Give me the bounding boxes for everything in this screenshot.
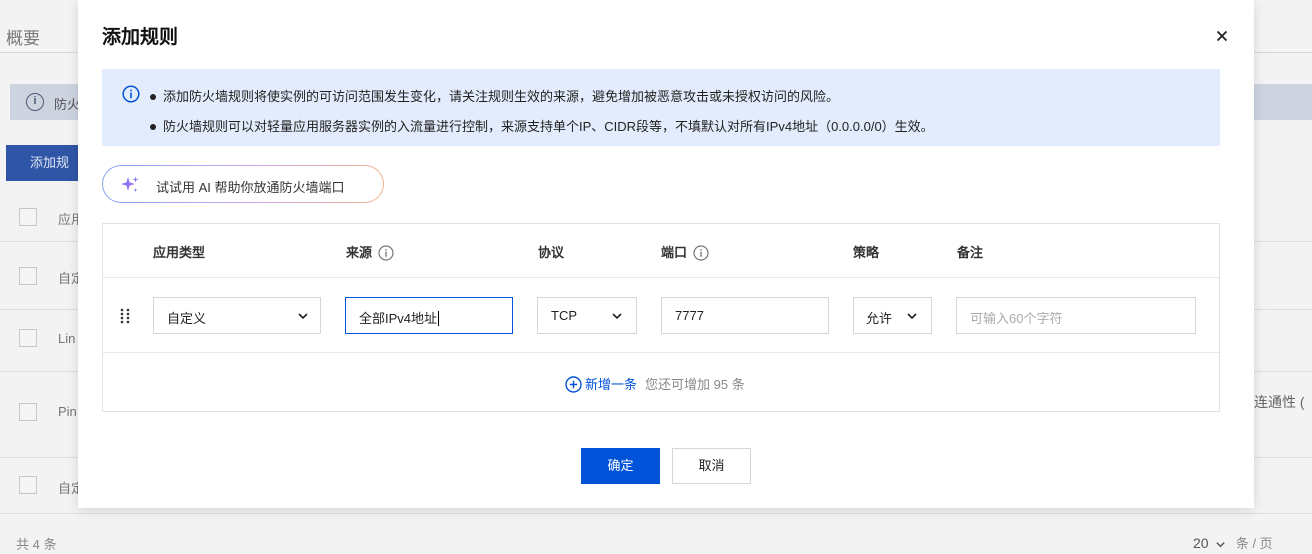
app-type-select[interactable]: 自定义 <box>153 297 321 334</box>
info-icon <box>122 85 140 103</box>
add-rule-row-button[interactable]: 新增一条 您还可增加 95 条 <box>565 374 745 394</box>
bg-add-rule-button: 添加规 <box>6 145 86 181</box>
header-port-label: 端口 <box>661 245 688 260</box>
drag-handle-icon[interactable] <box>119 308 131 324</box>
bg-checkbox <box>19 267 37 285</box>
chevron-down-icon <box>612 313 622 320</box>
source-value: 全部IPv4地址 <box>359 308 440 327</box>
bg-checkbox <box>19 208 37 226</box>
app-type-value: 自定义 <box>167 311 207 326</box>
plus-circle-icon <box>565 376 582 393</box>
ai-assist-button-inner: 试试用 AI 帮助你放通防火墙端口 <box>103 166 383 202</box>
bg-total-count: 共 4 条 <box>16 537 57 552</box>
add-rule-link: 新增一条 <box>585 377 638 392</box>
row-divider <box>103 352 1219 353</box>
bg-notice-text: 防火 <box>54 97 81 112</box>
port-input[interactable]: 7777 <box>661 297 829 334</box>
info-line-text: 添加防火墙规则将使实例的可访问范围发生变化，请关注规则生效的来源，避免增加被恶意… <box>163 89 840 104</box>
protocol-select[interactable]: TCP <box>537 297 637 334</box>
close-icon[interactable] <box>1212 26 1232 46</box>
chevron-down-icon <box>1216 542 1225 548</box>
add-rule-dialog: 添加规则 添加防火墙规则将使实例的可访问范围发生变化，请关注规则生效的来源，避免… <box>78 0 1254 508</box>
info-line: 防火墙规则可以对轻量应用服务器实例的入流量进行控制，来源支持单个IP、CIDR段… <box>150 116 934 135</box>
header-port: 端口 <box>661 242 709 262</box>
header-policy: 策略 <box>853 245 880 260</box>
info-circle-icon[interactable] <box>378 244 394 261</box>
remark-input[interactable]: 可输入60个字符 <box>956 297 1196 334</box>
bg-cell: Pin <box>58 404 77 419</box>
header-divider <box>103 277 1219 278</box>
header-remark: 备注 <box>957 245 984 260</box>
bg-page-size-value: 20 <box>1193 535 1209 551</box>
header-app-type: 应用类型 <box>153 245 206 260</box>
bullet-icon <box>150 93 156 100</box>
info-notice: 添加防火墙规则将使实例的可访问范围发生变化，请关注规则生效的来源，避免增加被恶意… <box>102 69 1220 146</box>
header-source-label: 来源 <box>346 245 373 260</box>
remaining-count-hint: 您还可增加 95 条 <box>645 377 745 392</box>
source-value-text: 全部IPv4地址 <box>359 311 438 326</box>
confirm-button[interactable]: 确定 <box>581 448 660 484</box>
ai-assist-button[interactable]: 试试用 AI 帮助你放通防火墙端口 <box>102 165 384 203</box>
cancel-button[interactable]: 取消 <box>672 448 751 484</box>
ai-assist-label: 试试用 AI 帮助你放通防火墙端口 <box>156 180 345 195</box>
remark-placeholder: 可输入60个字符 <box>970 311 1063 326</box>
text-caret <box>438 311 440 327</box>
bg-side-text: 连通性 ( <box>1254 394 1305 410</box>
dialog-title: 添加规则 <box>102 27 179 48</box>
bg-checkbox <box>19 329 37 347</box>
info-circle-icon[interactable] <box>693 244 709 261</box>
info-line: 添加防火墙规则将使实例的可访问范围发生变化，请关注规则生效的来源，避免增加被恶意… <box>150 86 839 105</box>
bg-page-size: 20 条 / 页 <box>1193 533 1273 552</box>
policy-select[interactable]: 允许 <box>853 297 932 334</box>
info-line-text: 防火墙规则可以对轻量应用服务器实例的入流量进行控制，来源支持单个IP、CIDR段… <box>163 119 934 134</box>
info-icon: i <box>26 93 44 111</box>
bg-cell: Lin <box>58 331 76 346</box>
source-input[interactable]: 全部IPv4地址 <box>345 297 513 334</box>
protocol-value: TCP <box>551 308 577 323</box>
sparkle-icon <box>121 176 139 192</box>
rule-table: 应用类型 来源 协议 端口 策略 备注 自定义 全部IPv4地址 TCP 777… <box>102 223 1220 412</box>
header-source: 来源 <box>346 242 394 262</box>
bg-checkbox <box>19 476 37 494</box>
bg-checkbox <box>19 403 37 421</box>
bullet-icon <box>150 123 156 130</box>
policy-value: 允许 <box>866 311 893 326</box>
port-value: 7777 <box>675 308 704 323</box>
bg-page-unit: 条 / 页 <box>1235 536 1273 551</box>
chevron-down-icon <box>298 313 308 320</box>
header-protocol: 协议 <box>538 245 565 260</box>
chevron-down-icon <box>907 313 917 320</box>
bg-page-title: 概要 <box>6 29 40 48</box>
